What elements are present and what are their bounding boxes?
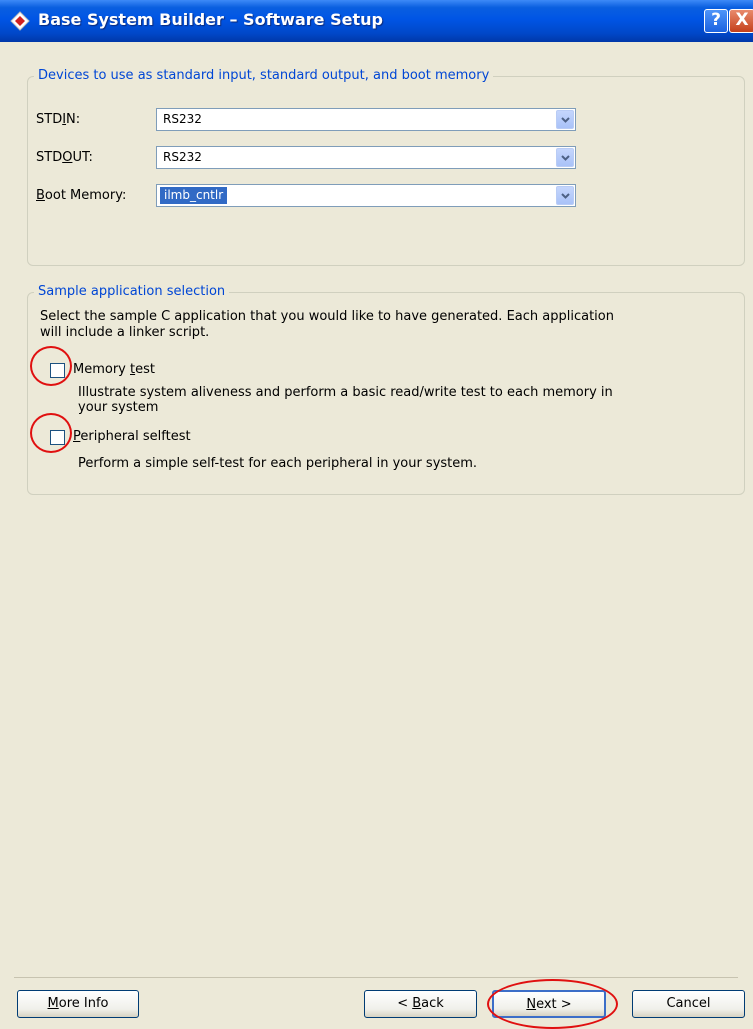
- sample-description-line2: will include a linker script.: [40, 325, 210, 340]
- sample-description-line1: Select the sample C application that you…: [40, 309, 614, 324]
- cancel-button[interactable]: Cancel: [632, 990, 745, 1018]
- memory-test-description-line1: Illustrate system aliveness and perform …: [78, 385, 613, 400]
- boot-memory-label: Boot Memory:: [36, 188, 127, 203]
- stdout-label: STDOUT:: [36, 150, 93, 165]
- devices-group-title: Devices to use as standard input, standa…: [34, 68, 494, 83]
- stdin-select[interactable]: RS232: [156, 108, 576, 131]
- annotation-circle-next: [487, 979, 618, 1029]
- stdin-label: STDIN:: [36, 112, 81, 127]
- chevron-down-icon: [561, 117, 570, 123]
- stdout-value: RS232: [163, 150, 202, 164]
- chevron-down-icon: [561, 155, 570, 161]
- memory-test-description-line2: your system: [78, 400, 159, 415]
- stdout-dropdown-button[interactable]: [556, 148, 574, 167]
- stdin-dropdown-button[interactable]: [556, 110, 574, 129]
- devices-groupbox: Devices to use as standard input, standa…: [27, 68, 745, 266]
- stdout-select[interactable]: RS232: [156, 146, 576, 169]
- close-button[interactable]: X: [729, 9, 753, 33]
- boot-memory-value: ilmb_cntlr: [160, 187, 228, 204]
- title-bar[interactable]: Base System Builder – Software Setup ? X: [0, 0, 753, 42]
- sample-group-title: Sample application selection: [34, 284, 230, 299]
- peripheral-selftest-label[interactable]: Peripheral selftest: [73, 429, 191, 444]
- app-icon: [10, 11, 30, 31]
- memory-test-label[interactable]: Memory test: [73, 362, 155, 377]
- more-info-button[interactable]: More Info: [17, 990, 139, 1018]
- stdin-value: RS232: [163, 112, 202, 126]
- peripheral-selftest-description: Perform a simple self-test for each peri…: [78, 456, 478, 471]
- sample-app-groupbox: Sample application selection Select the …: [27, 284, 745, 495]
- boot-memory-dropdown-button[interactable]: [556, 186, 574, 205]
- window-title: Base System Builder – Software Setup: [38, 10, 383, 29]
- back-button[interactable]: < Back: [364, 990, 477, 1018]
- annotation-circle-memory-test: [30, 346, 72, 386]
- annotation-circle-peripheral-selftest: [30, 413, 72, 453]
- dialog-content: Devices to use as standard input, standa…: [0, 42, 753, 1029]
- chevron-down-icon: [561, 193, 570, 199]
- footer-divider: [14, 977, 738, 978]
- boot-memory-select[interactable]: ilmb_cntlr: [156, 184, 576, 207]
- help-button[interactable]: ?: [704, 9, 728, 33]
